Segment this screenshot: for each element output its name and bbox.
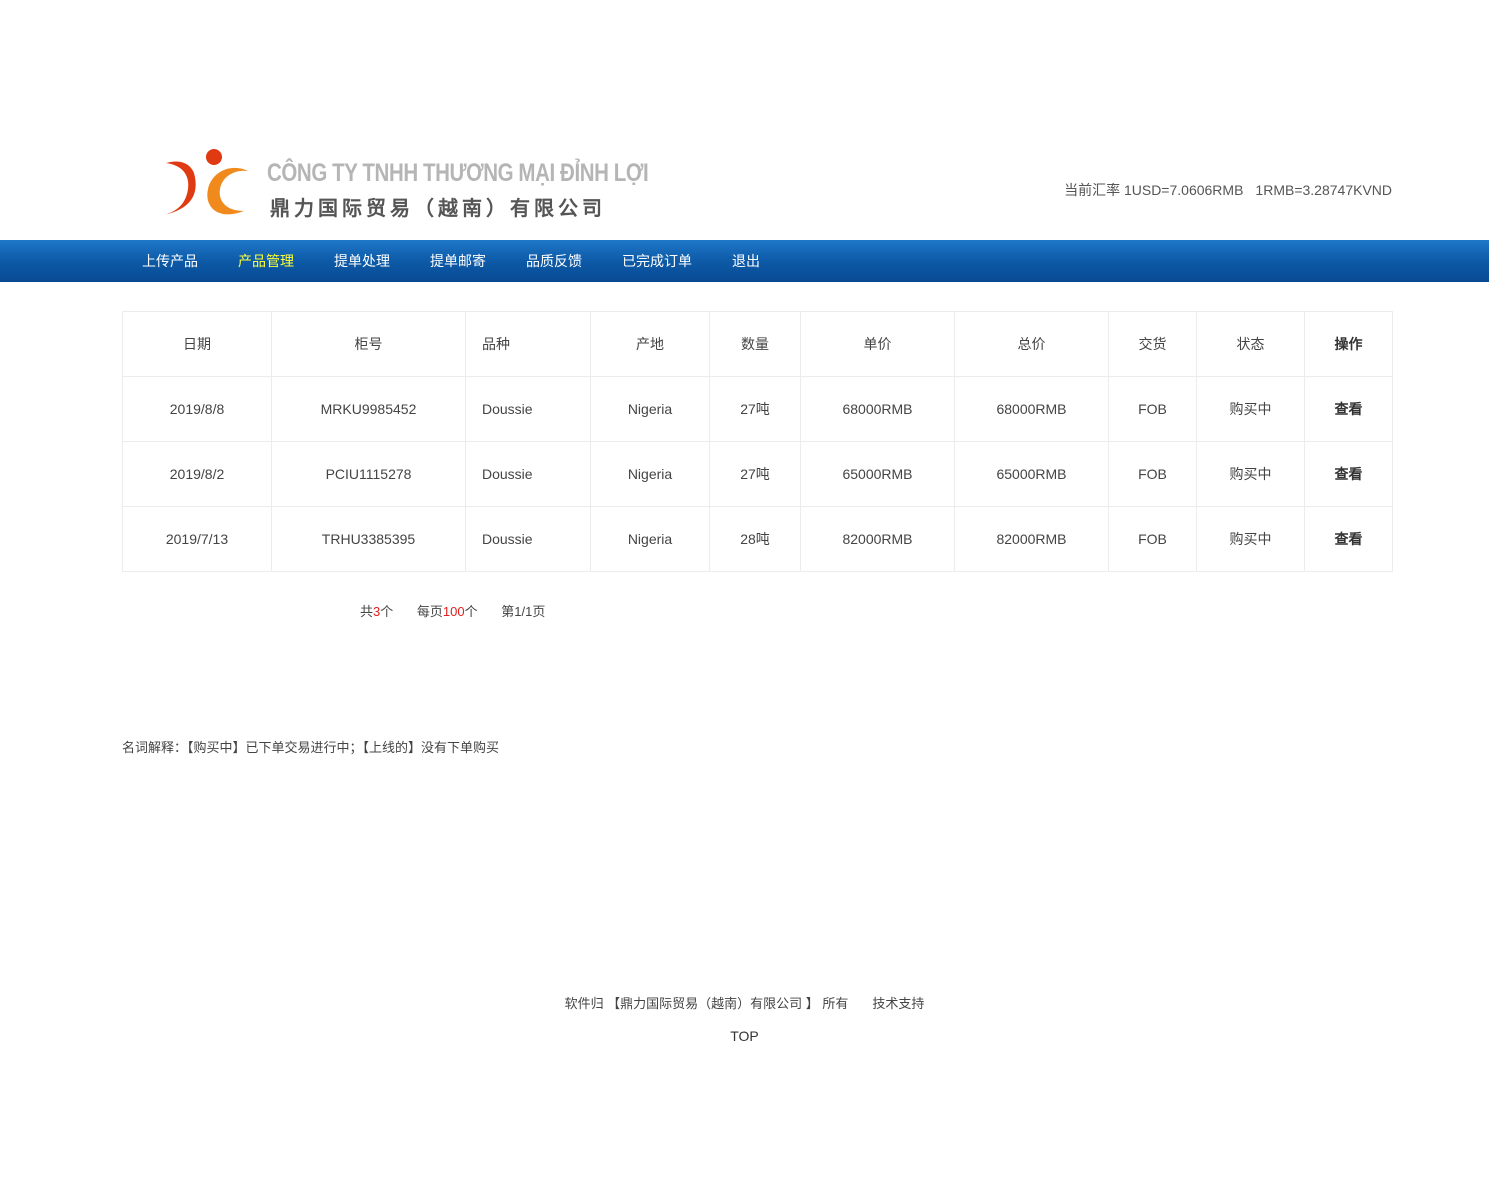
cell-delivery: FOB [1108, 376, 1197, 442]
footer-line: 软件归 【鼎力国际贸易（越南）有限公司 】 所有 技术支持 [0, 993, 1489, 1012]
per-suffix: 个 [464, 604, 478, 619]
nav-quality-feedback[interactable]: 品质反馈 [506, 240, 602, 282]
nav-bill-mailing[interactable]: 提单邮寄 [410, 240, 506, 282]
logo-chinese-name: 鼎力国际贸易（越南）有限公司 [270, 198, 606, 220]
nav-completed-orders[interactable]: 已完成订单 [602, 240, 712, 282]
cell-total-price: 65000RMB [954, 441, 1109, 507]
total-count: 共3个 [360, 604, 393, 619]
orders-table: 日期 柜号 品种 产地 数量 单价 总价 交货 状态 操作 2019/8/8 M… [122, 311, 1393, 572]
cell-total-price: 68000RMB [954, 376, 1109, 442]
header-action: 操作 [1304, 311, 1393, 377]
view-link[interactable]: 查看 [1335, 531, 1363, 547]
view-link[interactable]: 查看 [1335, 466, 1363, 482]
header-total-price: 总价 [954, 311, 1109, 377]
header-date: 日期 [122, 311, 272, 377]
nav-product-management[interactable]: 产品管理 [218, 240, 314, 282]
cell-container: MRKU9985452 [271, 376, 466, 442]
cell-status: 购买中 [1196, 376, 1305, 442]
header-container: 柜号 [271, 311, 466, 377]
table-row: 2019/8/2 PCIU1115278 Doussie Nigeria 27吨… [122, 441, 1393, 507]
main-nav: 上传产品 产品管理 提单处理 提单邮寄 品质反馈 已完成订单 退出 [0, 240, 1489, 282]
nav-logout[interactable]: 退出 [712, 240, 780, 282]
total-prefix: 共 [360, 604, 374, 619]
cell-delivery: FOB [1108, 441, 1197, 507]
company-logo[interactable]: CÔNG TY TNHH THƯƠNG MẠI ĐỈNH LỢI 鼎力国际贸易（… [160, 145, 649, 225]
cell-quantity: 28吨 [709, 506, 801, 572]
logo-english-name: CÔNG TY TNHH THƯƠNG MẠI ĐỈNH LỢI [267, 159, 649, 187]
nav-upload-product[interactable]: 上传产品 [122, 240, 218, 282]
per-prefix: 每页 [416, 604, 443, 619]
rate-usd: 当前汇率 1USD=7.0606RMB [1064, 182, 1244, 198]
rate-rmb: 1RMB=3.28747KVND [1255, 182, 1392, 198]
site-footer: 软件归 【鼎力国际贸易（越南）有限公司 】 所有 技术支持 TOP [0, 993, 1489, 1044]
view-link[interactable]: 查看 [1335, 401, 1363, 417]
nav-list: 上传产品 产品管理 提单处理 提单邮寄 品质反馈 已完成订单 退出 [122, 240, 780, 282]
cell-action: 查看 [1304, 441, 1393, 507]
cell-species: Doussie [465, 441, 591, 507]
cell-unit-price: 82000RMB [800, 506, 955, 572]
logo-mark-icon [164, 149, 248, 215]
header-quantity: 数量 [709, 311, 801, 377]
header-origin: 产地 [590, 311, 710, 377]
total-suffix: 个 [380, 604, 394, 619]
cell-origin: Nigeria [590, 376, 710, 442]
cell-unit-price: 65000RMB [800, 441, 955, 507]
cell-species: Doussie [465, 376, 591, 442]
cell-origin: Nigeria [590, 506, 710, 572]
cell-delivery: FOB [1108, 506, 1197, 572]
cell-origin: Nigeria [590, 441, 710, 507]
tech-support-link[interactable]: 技术支持 [872, 996, 924, 1011]
per-number: 100 [442, 604, 465, 619]
cell-action: 查看 [1304, 506, 1393, 572]
per-page: 每页100个 [417, 604, 478, 619]
table-row: 2019/8/8 MRKU9985452 Doussie Nigeria 27吨… [122, 376, 1393, 442]
cell-container: TRHU3385395 [271, 506, 466, 572]
orders-table-container: 日期 柜号 品种 产地 数量 单价 总价 交货 状态 操作 2019/8/8 M… [122, 311, 1393, 572]
cell-action: 查看 [1304, 376, 1393, 442]
cell-date: 2019/7/13 [122, 506, 272, 572]
cell-unit-price: 68000RMB [800, 376, 955, 442]
header-status: 状态 [1196, 311, 1305, 377]
exchange-rate: 当前汇率 1USD=7.0606RMB 1RMB=3.28747KVND [1064, 180, 1392, 200]
cell-species: Doussie [465, 506, 591, 572]
cell-quantity: 27吨 [709, 376, 801, 442]
cell-date: 2019/8/2 [122, 441, 272, 507]
header-species: 品种 [465, 311, 591, 377]
cell-container: PCIU1115278 [271, 441, 466, 507]
back-to-top-link[interactable]: TOP [730, 1028, 759, 1044]
cell-date: 2019/8/8 [122, 376, 272, 442]
site-header: CÔNG TY TNHH THƯƠNG MẠI ĐỈNH LỢI 鼎力国际贸易（… [0, 130, 1489, 240]
header-unit-price: 单价 [800, 311, 955, 377]
pagination-info: 共3个 每页100个 第1/1页 [360, 601, 545, 620]
cell-status: 购买中 [1196, 441, 1305, 507]
cell-quantity: 27吨 [709, 441, 801, 507]
copyright-text: 软件归 【鼎力国际贸易（越南）有限公司 】 所有 [564, 996, 849, 1011]
glossary-note: 名词解释：【购买中】已下单交易进行中；【上线的】没有下单购买 [122, 740, 500, 755]
table-row: 2019/7/13 TRHU3385395 Doussie Nigeria 28… [122, 506, 1393, 572]
cell-status: 购买中 [1196, 506, 1305, 572]
page-indicator: 第1/1页 [501, 604, 546, 619]
cell-total-price: 82000RMB [954, 506, 1109, 572]
table-header-row: 日期 柜号 品种 产地 数量 单价 总价 交货 状态 操作 [122, 311, 1393, 377]
nav-bill-processing[interactable]: 提单处理 [314, 240, 410, 282]
header-delivery: 交货 [1108, 311, 1197, 377]
